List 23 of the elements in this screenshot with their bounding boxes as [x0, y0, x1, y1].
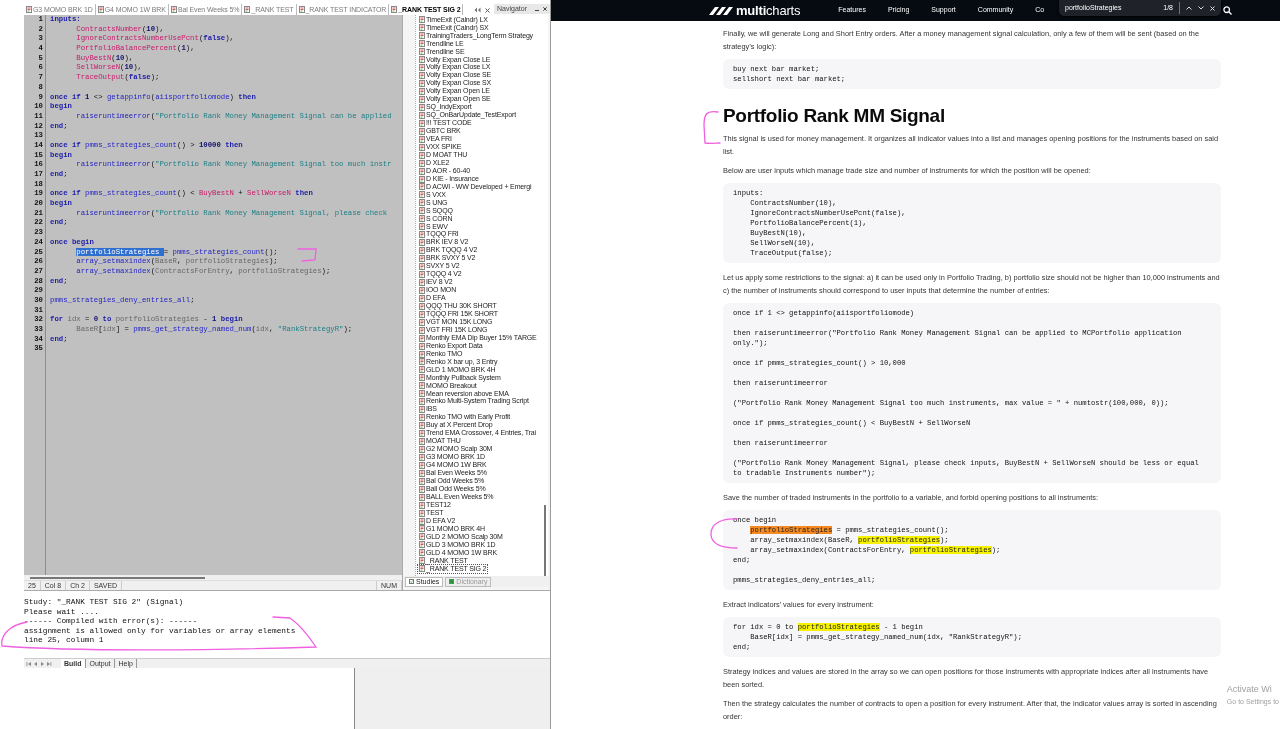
logo-text[interactable]: multicharts — [736, 0, 801, 21]
search-icon[interactable] — [1223, 6, 1232, 15]
close-icon[interactable] — [485, 7, 490, 13]
scroll-arrows-icon[interactable] — [474, 7, 481, 13]
document-icon — [97, 6, 104, 13]
tab-icon — [449, 579, 455, 584]
annotation-mark — [703, 110, 721, 145]
chevron-up-icon[interactable] — [1186, 6, 1192, 10]
system-notice: Activate Wi — [1226, 683, 1273, 696]
scrollbar-thumb[interactable] — [544, 505, 546, 576]
tab-icon — [409, 579, 414, 584]
document-icon — [391, 6, 398, 13]
document-icon — [298, 6, 305, 13]
scrollbar-thumb[interactable] — [30, 576, 205, 579]
article-heading: Portfolio Rank MM Signal — [723, 105, 946, 127]
close-icon[interactable] — [543, 7, 547, 11]
minimize-icon[interactable] — [535, 7, 539, 11]
document-icon — [170, 6, 177, 13]
document-icon — [244, 6, 251, 13]
document-icon — [26, 6, 32, 13]
logo-icon[interactable] — [709, 4, 733, 17]
annotation-mark — [297, 248, 317, 262]
chevron-down-icon[interactable] — [1198, 6, 1204, 10]
